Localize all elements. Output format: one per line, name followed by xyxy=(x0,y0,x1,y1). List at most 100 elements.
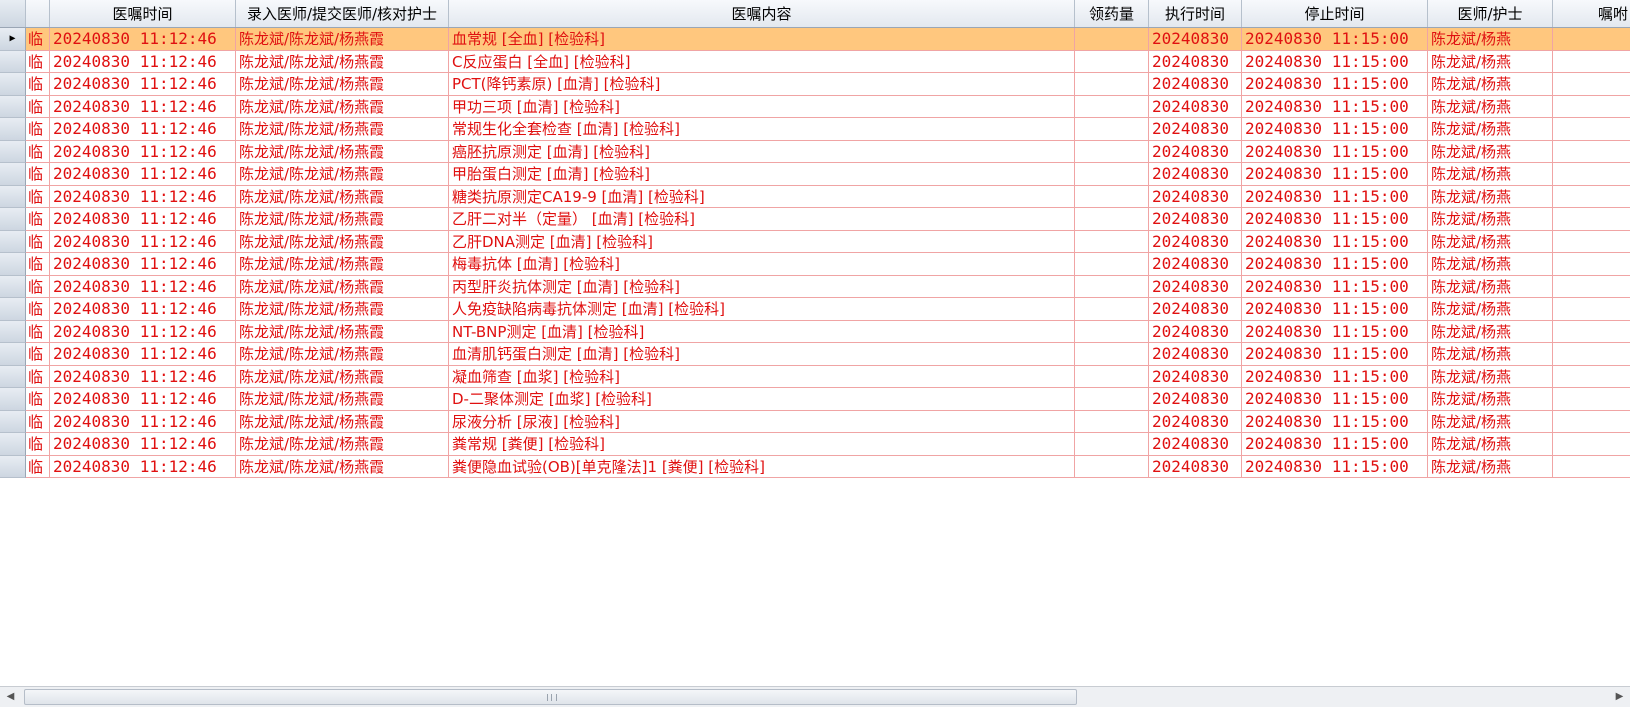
table-row[interactable]: 临 20240830 11:12:46 陈龙斌/陈龙斌/杨燕霞 梅毒抗体 [血清] [… xyxy=(0,253,1630,276)
cell-doctors[interactable]: 陈龙斌/陈龙斌/杨燕霞 xyxy=(236,455,449,478)
row-header[interactable] xyxy=(0,455,26,478)
cell-quantity[interactable] xyxy=(1075,275,1149,298)
table-row[interactable]: 临 20240830 11:12:46 陈龙斌/陈龙斌/杨燕霞 常规生化全套检查 [血… xyxy=(0,118,1630,141)
cell-doctor-nurse[interactable]: 陈龙斌/杨燕 xyxy=(1428,163,1553,186)
cell-doctor-nurse[interactable]: 陈龙斌/杨燕 xyxy=(1428,298,1553,321)
cell-type[interactable]: 临 xyxy=(26,118,50,141)
cell-exec-time[interactable]: 20240830 xyxy=(1149,208,1242,231)
table-row[interactable]: 临 20240830 11:12:46 陈龙斌/陈龙斌/杨燕霞 糖类抗原测定CA19-… xyxy=(0,185,1630,208)
cell-note[interactable] xyxy=(1553,231,1630,253)
cell-doctors[interactable]: 陈龙斌/陈龙斌/杨燕霞 xyxy=(236,365,449,388)
row-header[interactable] xyxy=(0,208,26,231)
cell-stop-time[interactable]: 20240830 11:15:00 xyxy=(1242,455,1428,478)
cell-doctor-nurse[interactable]: 陈龙斌/杨燕 xyxy=(1428,185,1553,208)
cell-exec-time[interactable]: 20240830 xyxy=(1149,298,1242,321)
cell-stop-time[interactable]: 20240830 11:15:00 xyxy=(1242,343,1428,366)
row-header[interactable] xyxy=(0,343,26,366)
row-header[interactable] xyxy=(0,253,26,276)
cell-quantity[interactable] xyxy=(1075,118,1149,141)
cell-doctors[interactable]: 陈龙斌/陈龙斌/杨燕霞 xyxy=(236,320,449,343)
cell-doctor-nurse[interactable]: 陈龙斌/杨燕 xyxy=(1428,118,1553,141)
cell-doctor-nurse[interactable]: 陈龙斌/杨燕 xyxy=(1428,73,1553,96)
cell-doctors[interactable]: 陈龙斌/陈龙斌/杨燕霞 xyxy=(236,230,449,253)
cell-exec-time[interactable]: 20240830 xyxy=(1149,230,1242,253)
cell-doctors[interactable]: 陈龙斌/陈龙斌/杨燕霞 xyxy=(236,140,449,163)
cell-stop-time[interactable]: 20240830 11:15:00 xyxy=(1242,298,1428,321)
cell-order-time[interactable]: 20240830 11:12:46 xyxy=(50,185,236,208)
cell-type[interactable]: 临 xyxy=(26,410,50,433)
cell-note[interactable] xyxy=(1553,208,1630,231)
cell-exec-time[interactable]: 20240830 xyxy=(1149,275,1242,298)
header-quantity[interactable]: 领药量 xyxy=(1075,0,1149,27)
cell-note[interactable] xyxy=(1553,253,1630,276)
cell-doctors[interactable]: 陈龙斌/陈龙斌/杨燕霞 xyxy=(236,163,449,186)
row-header[interactable] xyxy=(0,140,26,163)
cell-quantity[interactable] xyxy=(1075,253,1149,276)
cell-exec-time[interactable]: 20240830 xyxy=(1149,140,1242,163)
cell-order-time[interactable]: 20240830 11:12:46 xyxy=(50,320,236,343)
cell-exec-time[interactable]: 20240830 xyxy=(1149,118,1242,141)
cell-stop-time[interactable]: 20240830 11:15:00 xyxy=(1242,365,1428,388)
table-row[interactable]: 临 20240830 11:12:46 陈龙斌/陈龙斌/杨燕霞 粪便隐血试验(OB)[… xyxy=(0,455,1630,478)
cell-note[interactable] xyxy=(1553,276,1630,298)
cell-type[interactable]: 临 xyxy=(26,388,50,411)
cell-content[interactable]: 甲胎蛋白测定 [血清] [检验科] xyxy=(449,163,1075,186)
header-note[interactable]: 嘱咐 xyxy=(1553,0,1630,27)
cell-quantity[interactable] xyxy=(1075,163,1149,186)
cell-doctor-nurse[interactable]: 陈龙斌/杨燕 xyxy=(1428,275,1553,298)
scroll-right-button[interactable]: ▶ xyxy=(1609,687,1630,707)
cell-content[interactable]: C反应蛋白 [全血] [检验科] xyxy=(449,50,1075,73)
cell-doctor-nurse[interactable]: 陈龙斌/杨燕 xyxy=(1428,388,1553,411)
cell-content[interactable]: 糖类抗原测定CA19-9 [血清] [检验科] xyxy=(449,185,1075,208)
cell-exec-time[interactable]: 20240830 xyxy=(1149,185,1242,208)
cell-content[interactable]: 血常规 [全血] [检验科] xyxy=(449,28,1075,51)
cell-stop-time[interactable]: 20240830 11:15:00 xyxy=(1242,185,1428,208)
cell-quantity[interactable] xyxy=(1075,185,1149,208)
cell-type[interactable]: 临 xyxy=(26,298,50,321)
cell-content[interactable]: 甲功三项 [血清] [检验科] xyxy=(449,95,1075,118)
cell-quantity[interactable] xyxy=(1075,73,1149,96)
cell-type[interactable]: 临 xyxy=(26,433,50,456)
cell-note[interactable] xyxy=(1553,141,1630,163)
cell-doctor-nurse[interactable]: 陈龙斌/杨燕 xyxy=(1428,410,1553,433)
cell-note[interactable] xyxy=(1553,28,1630,51)
cell-doctors[interactable]: 陈龙斌/陈龙斌/杨燕霞 xyxy=(236,95,449,118)
cell-note[interactable] xyxy=(1553,186,1630,208)
cell-content[interactable]: 乙肝DNA测定 [血清] [检验科] xyxy=(449,230,1075,253)
table-row[interactable]: 临 20240830 11:12:46 陈龙斌/陈龙斌/杨燕霞 人免疫缺陷病毒抗体测定… xyxy=(0,298,1630,321)
cell-type[interactable]: 临 xyxy=(26,185,50,208)
cell-quantity[interactable] xyxy=(1075,95,1149,118)
cell-note[interactable] xyxy=(1553,298,1630,321)
row-header[interactable] xyxy=(0,365,26,388)
cell-order-time[interactable]: 20240830 11:12:46 xyxy=(50,433,236,456)
cell-doctor-nurse[interactable]: 陈龙斌/杨燕 xyxy=(1428,455,1553,478)
cell-order-time[interactable]: 20240830 11:12:46 xyxy=(50,140,236,163)
cell-stop-time[interactable]: 20240830 11:15:00 xyxy=(1242,208,1428,231)
cell-note[interactable] xyxy=(1553,366,1630,388)
scroll-thumb[interactable] xyxy=(24,689,1077,705)
cell-content[interactable]: 粪常规 [粪便] [检验科] xyxy=(449,433,1075,456)
cell-content[interactable]: 癌胚抗原测定 [血清] [检验科] xyxy=(449,140,1075,163)
cell-stop-time[interactable]: 20240830 11:15:00 xyxy=(1242,140,1428,163)
cell-type[interactable]: 临 xyxy=(26,208,50,231)
cell-order-time[interactable]: 20240830 11:12:46 xyxy=(50,343,236,366)
header-doctor-nurse[interactable]: 医师/护士 xyxy=(1428,0,1553,27)
cell-doctors[interactable]: 陈龙斌/陈龙斌/杨燕霞 xyxy=(236,208,449,231)
cell-type[interactable]: 临 xyxy=(26,73,50,96)
cell-content[interactable]: 粪便隐血试验(OB)[单克隆法]1 [粪便] [检验科] xyxy=(449,455,1075,478)
cell-note[interactable] xyxy=(1553,456,1630,478)
cell-doctors[interactable]: 陈龙斌/陈龙斌/杨燕霞 xyxy=(236,73,449,96)
table-row[interactable]: 临 20240830 11:12:46 陈龙斌/陈龙斌/杨燕霞 凝血筛查 [血浆] [… xyxy=(0,365,1630,388)
row-header[interactable] xyxy=(0,230,26,253)
table-row[interactable]: 临 20240830 11:12:46 陈龙斌/陈龙斌/杨燕霞 PCT(降钙素原) [… xyxy=(0,73,1630,96)
table-row[interactable]: 临 20240830 11:12:46 陈龙斌/陈龙斌/杨燕霞 丙型肝炎抗体测定 [血… xyxy=(0,275,1630,298)
cell-stop-time[interactable]: 20240830 11:15:00 xyxy=(1242,410,1428,433)
cell-order-time[interactable]: 20240830 11:12:46 xyxy=(50,163,236,186)
cell-stop-time[interactable]: 20240830 11:15:00 xyxy=(1242,433,1428,456)
cell-exec-time[interactable]: 20240830 xyxy=(1149,163,1242,186)
cell-doctor-nurse[interactable]: 陈龙斌/杨燕 xyxy=(1428,433,1553,456)
cell-type[interactable]: 临 xyxy=(26,50,50,73)
table-row[interactable]: 临 20240830 11:12:46 陈龙斌/陈龙斌/杨燕霞 C反应蛋白 [全血] … xyxy=(0,50,1630,73)
cell-exec-time[interactable]: 20240830 xyxy=(1149,253,1242,276)
row-header[interactable] xyxy=(0,185,26,208)
